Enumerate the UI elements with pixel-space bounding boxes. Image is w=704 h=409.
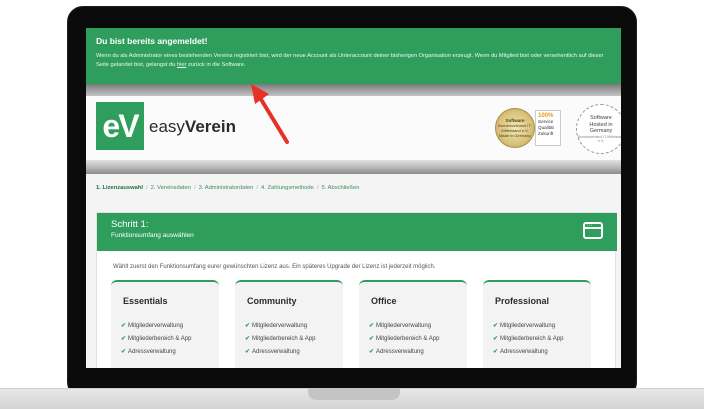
plan-name: Essentials xyxy=(123,296,168,306)
check-icon: ✔ xyxy=(493,349,499,355)
laptop-notch xyxy=(308,388,400,400)
plan-feature: ✔ Adressverwaltung xyxy=(245,348,300,355)
seal-mid-text: Bundesverband IT-Mittelstand e.V. xyxy=(498,123,532,133)
breadcrumb-step-lizenzauswahl[interactable]: 1. Lizenzauswahl xyxy=(96,185,143,191)
plan-feature: ✔ Mitgliederverwaltung xyxy=(493,322,555,329)
feature-label: Mitgliederverwaltung xyxy=(252,323,308,329)
plan-name: Professional xyxy=(495,296,550,306)
plan-cards: Essentials ✔ Mitgliederverwaltung ✔ Mitgli… xyxy=(111,280,611,368)
site-header: eV easyVerein Software Bundesverband IT-… xyxy=(86,84,621,174)
check-icon: ✔ xyxy=(121,349,127,355)
feature-label: Adressverwaltung xyxy=(500,349,548,355)
check-icon: ✔ xyxy=(245,349,251,355)
plan-feature: ✔ Adressverwaltung xyxy=(369,348,424,355)
check-icon: ✔ xyxy=(369,349,375,355)
quality-badge: 100% Service Qualität Zukunft xyxy=(535,110,561,146)
breadcrumb-step-administratordaten[interactable]: 3. Administratordaten xyxy=(199,185,254,191)
check-icon: ✔ xyxy=(121,336,127,342)
hosted-small-text: Bundesverband IT-Mittelstand e.V. xyxy=(577,134,621,143)
plan-card-essentials[interactable]: Essentials ✔ Mitgliederverwaltung ✔ Mitgli… xyxy=(111,280,219,368)
breadcrumb-separator: / xyxy=(256,185,258,191)
plan-card-office[interactable]: Office ✔ Mitgliederverwaltung ✔ Mitglieder… xyxy=(359,280,467,368)
plan-feature: ✔ Mitgliederverwaltung xyxy=(121,322,183,329)
check-icon: ✔ xyxy=(121,323,127,329)
feature-label: Mitgliederverwaltung xyxy=(128,323,184,329)
plan-feature: ✔ Mitgliederbereich & App xyxy=(121,335,191,342)
breadcrumb-separator: / xyxy=(146,185,148,191)
feature-label: Mitgliederverwaltung xyxy=(376,323,432,329)
feature-label: Adressverwaltung xyxy=(376,349,424,355)
step-subtitle: Funktionsumfang auswählen xyxy=(111,232,194,239)
notice-text-after: zurück in die Software. xyxy=(186,62,246,68)
plan-card-community[interactable]: Community ✔ Mitgliederverwaltung ✔ Mitglie… xyxy=(235,280,343,368)
checkout-steps-breadcrumb: 1. Lizenzauswahl/2. Vereinsdaten/3. Admi… xyxy=(96,185,360,191)
check-icon: ✔ xyxy=(369,323,375,329)
notice-title: Du bist bereits angemeldet! xyxy=(96,36,208,46)
step-description: Wählt zuerst den Funktionsumfang eurer g… xyxy=(113,264,436,270)
plan-feature: ✔ Mitgliederbereich & App xyxy=(369,335,439,342)
quality-badge-line: Zukunft xyxy=(538,131,554,136)
panel-header: Schritt 1: Funktionsumfang auswählen ••• xyxy=(97,213,617,251)
breadcrumb-step-vereinsdaten[interactable]: 2. Vereinsdaten xyxy=(151,185,191,191)
plan-name: Community xyxy=(247,296,297,306)
logo-name-bold: Verein xyxy=(184,117,236,136)
notice-text: Wenn du als Administrator eines bestehen… xyxy=(96,52,611,70)
logo-mark[interactable]: eV xyxy=(96,102,144,150)
feature-label: Adressverwaltung xyxy=(128,349,176,355)
feature-label: Mitgliederverwaltung xyxy=(500,323,556,329)
plan-feature: ✔ Mitgliederverwaltung xyxy=(245,322,307,329)
feature-label: Mitgliederbereich & App xyxy=(376,336,440,342)
software-made-in-germany-seal: Software Bundesverband IT-Mittelstand e.… xyxy=(495,108,535,148)
breadcrumb-separator: / xyxy=(193,185,196,191)
plan-feature: ✔ Mitgliederbereich & App xyxy=(493,335,563,342)
step-title: Schritt 1: xyxy=(111,219,149,230)
plan-feature: ✔ Mitgliederbereich & App xyxy=(245,335,315,342)
breadcrumb-step-zahlungsmethode[interactable]: 4. Zahlungsmethode xyxy=(261,185,314,191)
red-annotation-arrow xyxy=(251,84,289,144)
plan-feature: ✔ Adressverwaltung xyxy=(121,348,176,355)
feature-label: Mitgliederbereich & App xyxy=(252,336,316,342)
browser-window-icon: ••• xyxy=(583,222,603,239)
notice-text-before: Wenn du als Administrator eines bestehen… xyxy=(96,53,604,68)
breadcrumb-separator: / xyxy=(316,185,319,191)
check-icon: ✔ xyxy=(369,336,375,342)
laptop-screen: Du bist bereits angemeldet! Wenn du als … xyxy=(86,28,621,368)
notice-link-here[interactable]: hier xyxy=(177,62,186,68)
feature-label: Mitgliederbereich & App xyxy=(500,336,564,342)
check-icon: ✔ xyxy=(245,336,251,342)
plan-name: Office xyxy=(371,296,397,306)
license-selection-panel: Schritt 1: Funktionsumfang auswählen •••… xyxy=(96,212,617,368)
feature-label: Adressverwaltung xyxy=(252,349,300,355)
already-logged-in-notice: Du bist bereits angemeldet! Wenn du als … xyxy=(86,28,621,84)
breadcrumb-step-abschliessen[interactable]: 5. Abschließen xyxy=(321,185,359,191)
logo-wordmark[interactable]: easyVerein xyxy=(149,117,236,137)
seal-bottom-text: Made in Germany xyxy=(499,133,531,138)
check-icon: ✔ xyxy=(245,323,251,329)
plan-feature: ✔ Mitgliederverwaltung xyxy=(369,322,431,329)
plan-card-professional[interactable]: Professional ✔ Mitgliederverwaltung ✔ Mitg… xyxy=(483,280,591,368)
hosted-in-germany-badge: Software Hosted in Germany Bundesverband… xyxy=(576,104,621,154)
feature-label: Mitgliederbereich & App xyxy=(128,336,192,342)
check-icon: ✔ xyxy=(493,336,499,342)
logo-name-light: easy xyxy=(149,117,185,136)
check-icon: ✔ xyxy=(493,323,499,329)
plan-feature: ✔ Adressverwaltung xyxy=(493,348,548,355)
